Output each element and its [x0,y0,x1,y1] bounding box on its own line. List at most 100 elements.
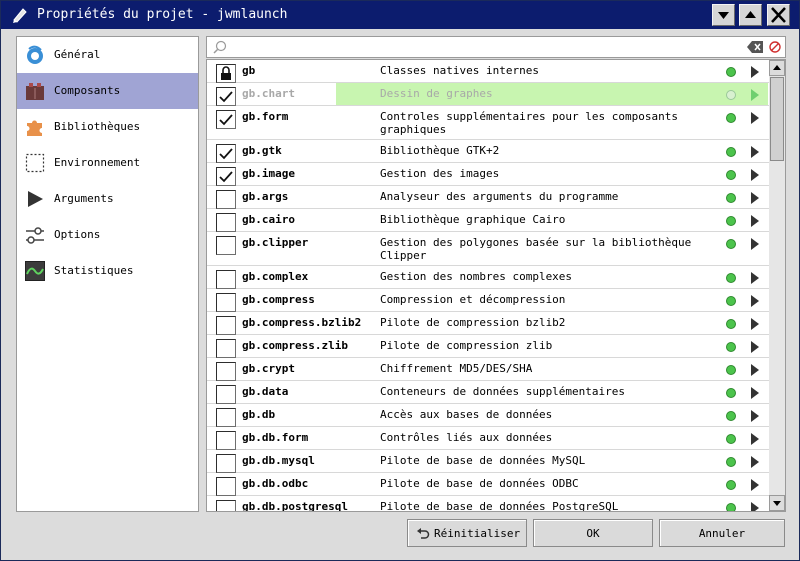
component-row[interactable]: gb.db.form Contrôles liés aux données [207,427,769,450]
component-name: gb.chart [242,87,295,100]
component-checkbox[interactable] [216,477,236,496]
component-checkbox[interactable] [216,213,236,232]
details-arrow-icon[interactable] [750,479,760,491]
details-arrow-icon[interactable] [750,456,760,468]
vertical-scrollbar[interactable] [769,60,785,511]
component-row[interactable]: gb.form Controles supplémentaires pour le… [207,106,769,140]
status-dot [726,113,736,123]
status-dot [726,193,736,203]
component-row[interactable]: gb Classes natives internes [207,60,769,83]
sidebar-item-environment[interactable]: Environnement [17,145,198,181]
component-description: Dessin de graphes [380,87,493,100]
status-dot [726,342,736,352]
clear-input-icon[interactable] [747,41,763,53]
details-arrow-icon[interactable] [750,341,760,353]
general-icon [27,45,43,64]
component-row[interactable]: gb.db Accès aux bases de données [207,404,769,427]
puzzle-icon [27,120,42,136]
component-row[interactable]: gb.image Gestion des images [207,163,769,186]
status-dot [726,434,736,444]
component-row[interactable]: gb.db.postgresql Pilote de base de donnée… [207,496,769,512]
status-dot [726,388,736,398]
component-checkbox[interactable] [216,110,236,129]
component-row[interactable]: gb.data Conteneurs de données supplémenta… [207,381,769,404]
sidebar-item-components[interactable]: Composants [17,73,198,109]
sidebar-item-label: Bibliothèques [54,120,141,133]
details-arrow-icon[interactable] [750,318,760,330]
component-checkbox[interactable] [216,236,236,255]
window-title: Propriétés du projet - jwmlaunch [37,7,288,22]
title-bar[interactable]: Propriétés du projet - jwmlaunch [1,1,799,29]
component-checkbox[interactable] [216,270,236,289]
component-checkbox[interactable] [216,87,236,106]
component-row[interactable]: gb.clipper Gestion des polygones basée su… [207,232,769,266]
scroll-down-button[interactable] [769,495,785,511]
sidebar-item-general[interactable]: Général [17,37,198,73]
ok-button[interactable]: OK [533,519,653,547]
details-arrow-icon[interactable] [750,66,760,78]
component-checkbox[interactable] [216,500,236,511]
no-entry-icon[interactable] [769,41,781,53]
maximize-button[interactable] [739,4,762,26]
details-arrow-icon[interactable] [750,112,760,124]
details-arrow-icon[interactable] [750,192,760,204]
component-name: gb.complex [242,270,309,283]
details-arrow-icon[interactable] [750,146,760,158]
reset-button[interactable]: Réinitialiser [407,519,527,547]
cancel-button[interactable]: Annuler [659,519,785,547]
details-arrow-icon[interactable] [750,410,760,422]
details-arrow-icon[interactable] [750,89,760,101]
component-checkbox[interactable] [216,454,236,473]
component-checkbox[interactable] [216,408,236,427]
project-properties-window: Propriétés du projet - jwmlaunch Général [0,0,800,561]
checkmark-icon [219,114,233,126]
component-row[interactable]: gb.compress Compression et décompression [207,289,769,312]
component-checkbox[interactable] [216,190,236,209]
component-row[interactable]: gb.chart Dessin de graphes [207,83,769,106]
component-checkbox[interactable] [216,64,236,83]
details-arrow-icon[interactable] [750,502,760,512]
details-arrow-icon[interactable] [750,387,760,399]
details-arrow-icon[interactable] [750,433,760,445]
component-row[interactable]: gb.db.mysql Pilote de base de données MyS… [207,450,769,473]
component-description: Classes natives internes [380,64,539,77]
details-arrow-icon[interactable] [750,364,760,376]
component-name: gb.crypt [242,362,295,375]
environment-icon [25,153,45,173]
component-row[interactable]: gb.crypt Chiffrement MD5/DES/SHA [207,358,769,381]
component-checkbox[interactable] [216,362,236,381]
details-arrow-icon[interactable] [750,169,760,181]
search-input[interactable] [231,39,731,55]
pencil-icon [13,8,27,23]
component-checkbox[interactable] [216,316,236,335]
component-checkbox[interactable] [216,431,236,450]
component-name: gb.compress.bzlib2 [242,316,362,329]
component-row[interactable]: gb.compress.bzlib2 Pilote de compression … [207,312,769,335]
close-button[interactable] [767,4,790,26]
scroll-up-button[interactable] [769,60,785,76]
component-row[interactable]: gb.db.odbc Pilote de base de données ODBC [207,473,769,496]
component-checkbox[interactable] [216,339,236,358]
sidebar-item-label: Options [54,228,101,241]
minimize-button[interactable] [712,4,735,26]
details-arrow-icon[interactable] [750,272,760,284]
details-arrow-icon[interactable] [750,295,760,307]
component-row[interactable]: gb.gtk Bibliothèque GTK+2 [207,140,769,163]
sidebar-item-options[interactable]: Options [17,217,198,253]
chevron-up-icon [745,11,756,18]
component-row[interactable]: gb.compress.zlib Pilote de compression zl… [207,335,769,358]
component-row[interactable]: gb.args Analyseur des arguments du progra… [207,186,769,209]
component-checkbox[interactable] [216,167,236,186]
sidebar-item-statistics[interactable]: Statistiques [17,253,198,289]
details-arrow-icon[interactable] [750,238,760,250]
statistics-chart-icon [25,261,45,281]
component-checkbox[interactable] [216,144,236,163]
component-checkbox[interactable] [216,385,236,404]
component-checkbox[interactable] [216,293,236,312]
component-row[interactable]: gb.cairo Bibliothèque graphique Cairo [207,209,769,232]
details-arrow-icon[interactable] [750,215,760,227]
sidebar-item-libraries[interactable]: Bibliothèques [17,109,198,145]
scrollbar-thumb[interactable] [770,77,784,161]
component-row[interactable]: gb.complex Gestion des nombres complexes [207,266,769,289]
sidebar-item-arguments[interactable]: Arguments [17,181,198,217]
